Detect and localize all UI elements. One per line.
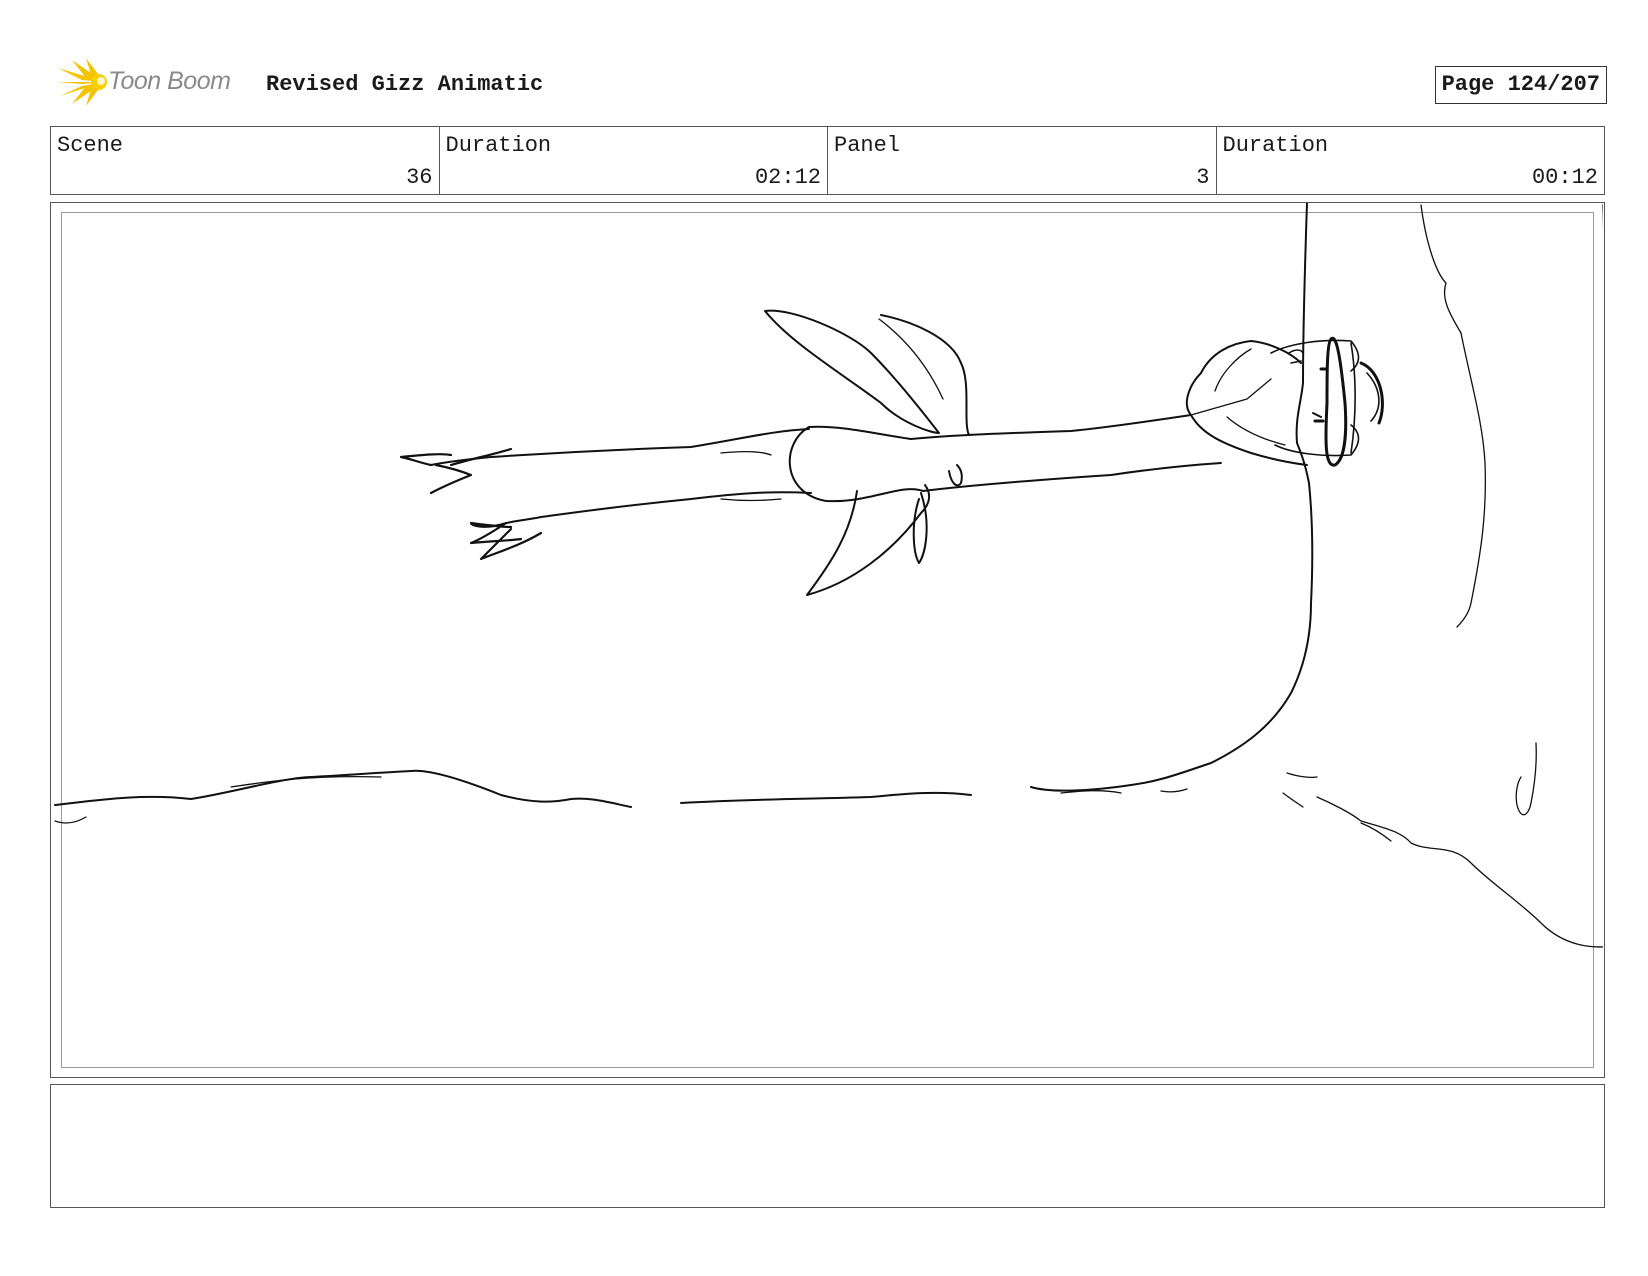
logo-text: Toon Boom — [108, 67, 231, 95]
storyboard-sketch — [54, 203, 1603, 948]
panel-value: 3 — [1196, 165, 1210, 190]
scene-cell: Scene 36 — [51, 127, 440, 194]
panel-cell: Panel 3 — [828, 127, 1217, 194]
scene-label: Scene — [57, 133, 124, 158]
scene-duration-value: 02:12 — [754, 165, 821, 190]
panel-duration-value: 00:12 — [1531, 165, 1598, 190]
scene-info-table: Scene 36 Duration 02:12 Panel 3 Duration… — [50, 126, 1605, 195]
panel-duration-cell: Duration 00:12 — [1217, 127, 1605, 194]
storyboard-header: Toon Boom Revised Gizz Animatic Page 124… — [52, 56, 1607, 108]
page-indicator: Page 124/207 — [1434, 66, 1607, 104]
starburst-icon — [56, 58, 107, 106]
toon-boom-logo: Toon Boom — [52, 56, 252, 108]
scene-value: 36 — [406, 165, 433, 190]
panel-frame — [50, 202, 1605, 1078]
notes-box — [50, 1084, 1605, 1208]
document-title: Revised Gizz Animatic — [266, 72, 544, 97]
scene-duration-cell: Duration 02:12 — [440, 127, 828, 194]
panel-label: Panel — [834, 133, 901, 158]
scene-duration-label: Duration — [445, 133, 552, 158]
panel-duration-label: Duration — [1222, 133, 1329, 158]
